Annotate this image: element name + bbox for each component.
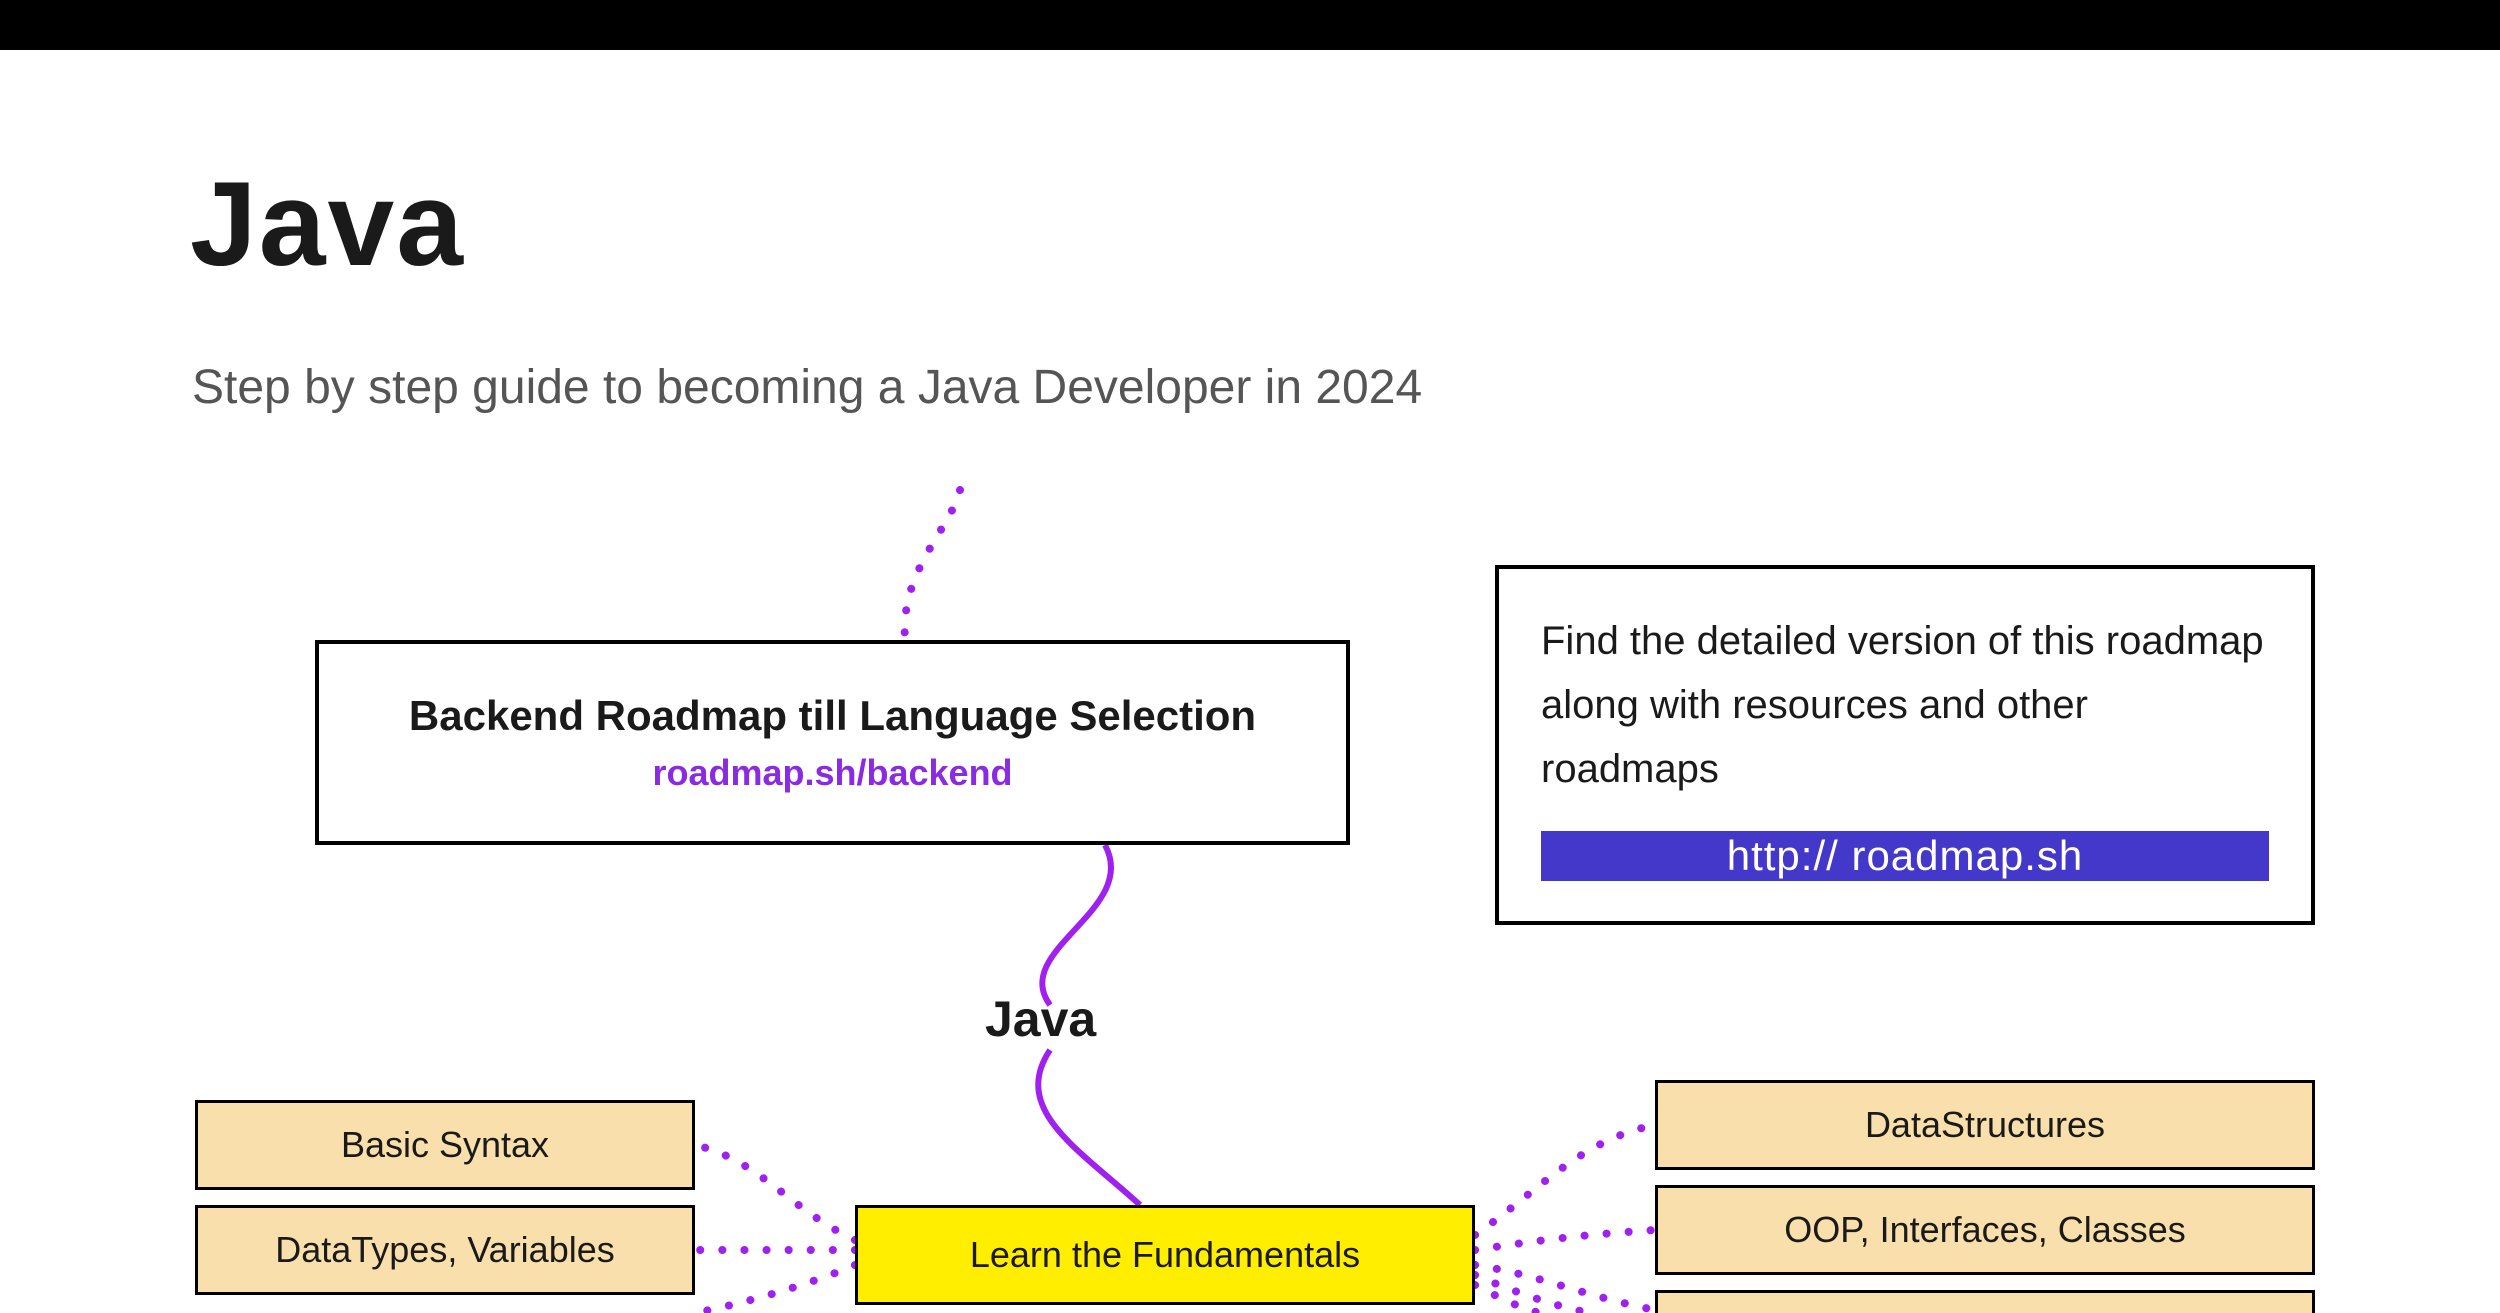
backend-roadmap-box[interactable]: Backend Roadmap till Language Selection … bbox=[315, 640, 1350, 845]
node-learn-fundamentals[interactable]: Learn the Fundamentals bbox=[855, 1205, 1475, 1305]
backend-box-title: Backend Roadmap till Language Selection bbox=[409, 692, 1256, 740]
diagram-canvas: Java Step by step guide to becoming a Ja… bbox=[0, 50, 2500, 1313]
node-datatypes-variables[interactable]: DataTypes, Variables bbox=[195, 1205, 695, 1295]
roadmap-link-button[interactable]: http:// roadmap.sh bbox=[1541, 831, 2269, 881]
backend-box-link[interactable]: roadmap.sh/backend bbox=[652, 752, 1012, 794]
node-oop-interfaces-classes[interactable]: OOP, Interfaces, Classes bbox=[1655, 1185, 2315, 1275]
info-box-text: Find the detailed version of this roadma… bbox=[1541, 609, 2269, 801]
node-partial-row[interactable] bbox=[1655, 1290, 2315, 1313]
java-root-label: Java bbox=[985, 990, 1096, 1048]
node-basic-syntax[interactable]: Basic Syntax bbox=[195, 1100, 695, 1190]
page-title: Java bbox=[190, 155, 465, 293]
page-subtitle: Step by step guide to becoming a Java De… bbox=[192, 360, 1422, 415]
top-bar bbox=[0, 0, 2500, 50]
node-datastructures[interactable]: DataStructures bbox=[1655, 1080, 2315, 1170]
info-box: Find the detailed version of this roadma… bbox=[1495, 565, 2315, 925]
